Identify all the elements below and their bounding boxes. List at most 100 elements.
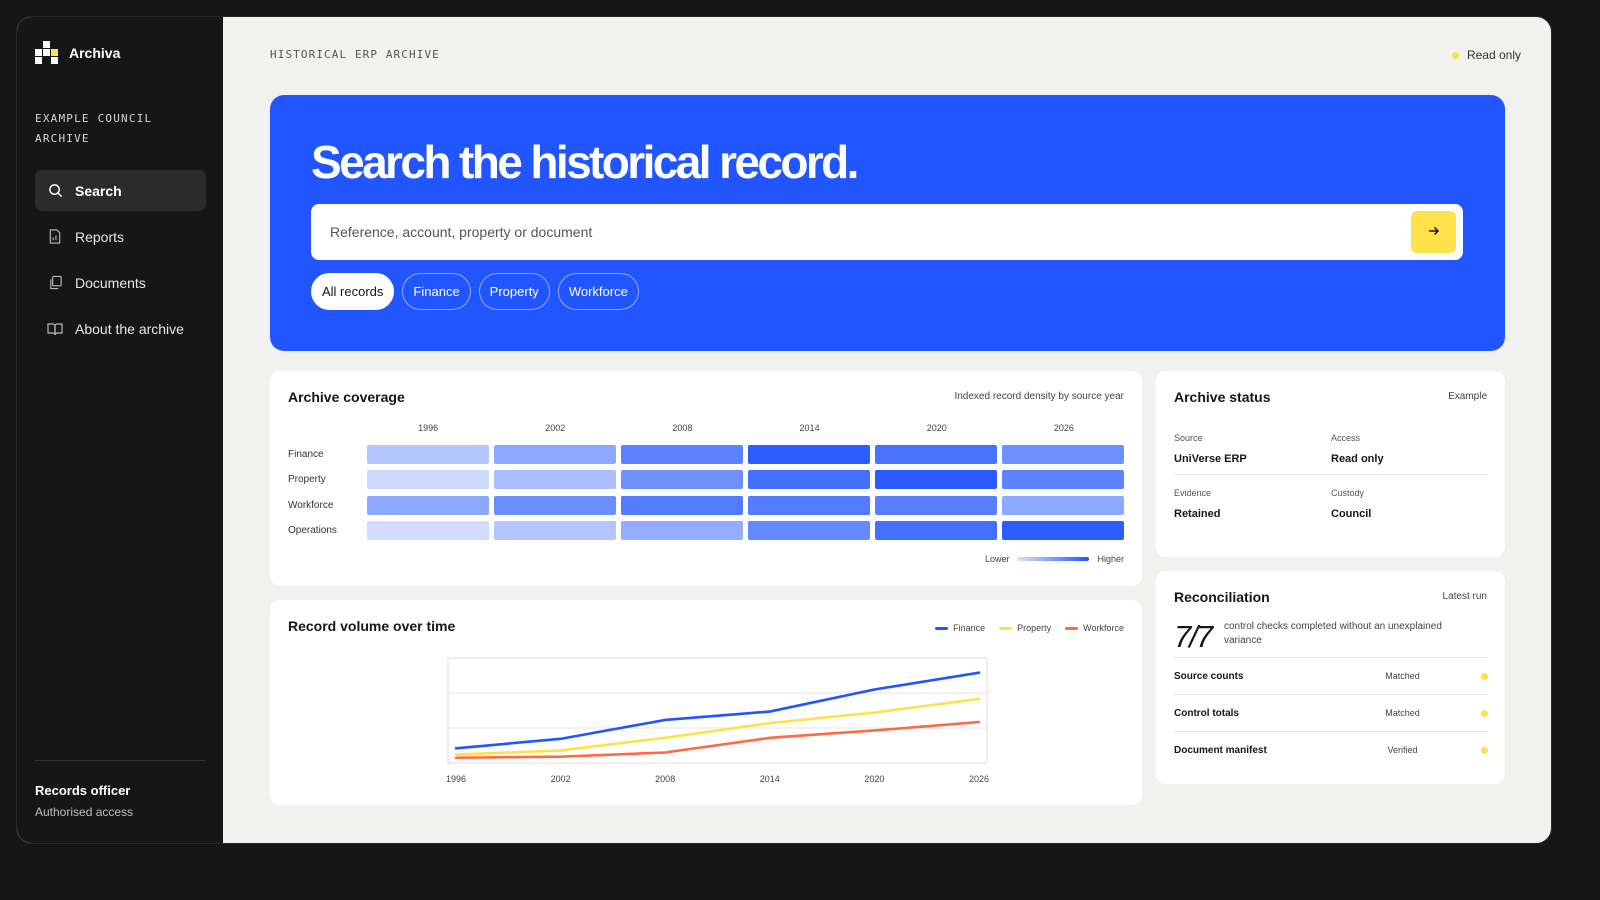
page-title: HISTORICAL ERP ARCHIVE — [270, 48, 440, 61]
field-value: UniVerse ERP — [1174, 453, 1247, 465]
coverage-row: Property — [288, 470, 1124, 490]
field-value: Read only — [1331, 453, 1384, 465]
sidebar-item-documents[interactable]: Documents — [35, 262, 206, 303]
legend-swatch — [1065, 626, 1079, 630]
coverage-year-label: 2020 — [926, 423, 947, 433]
scale-high-label: Higher — [1097, 554, 1124, 564]
legend-item: Finance — [935, 623, 985, 633]
status-note: Example — [1448, 391, 1487, 402]
series-line-finance — [454, 671, 981, 750]
filter-property[interactable]: Property — [478, 273, 550, 310]
legend-item: Property — [999, 623, 1051, 633]
coverage-cell — [1002, 470, 1124, 489]
coverage-cell — [494, 495, 616, 515]
organisation-name: EXAMPLE COUNCIL ARCHIVE — [35, 112, 153, 145]
main-content: HISTORICAL ERP ARCHIVE Read only Search … — [223, 17, 1551, 843]
coverage-cell — [367, 444, 489, 464]
filter-workforce[interactable]: Workforce — [557, 273, 639, 310]
coverage-cell — [367, 495, 489, 515]
coverage-cell — [748, 495, 870, 515]
search-input[interactable] — [330, 204, 1390, 260]
user-panel: Records officer Authorised access — [35, 760, 206, 819]
read-only-label: Read only — [1466, 48, 1521, 62]
plot-frame — [447, 657, 988, 764]
archiva-logo-icon — [35, 41, 59, 65]
sidebar-item-search[interactable]: Search — [35, 170, 206, 211]
status-field-source: Source UniVerse ERP — [1174, 433, 1331, 465]
coverage-cell — [748, 521, 870, 540]
field-key: Access — [1331, 433, 1361, 443]
status-dot-icon — [1451, 51, 1459, 59]
volume-chart-legend: Finance Property Workforce — [935, 623, 1124, 633]
archive-coverage-card: Archive coverage Indexed record density … — [270, 371, 1142, 586]
x-tick-label: 2002 — [551, 774, 571, 784]
check-row: Control totals Matched — [1174, 694, 1488, 731]
filter-all-records[interactable]: All records — [311, 273, 395, 310]
coverage-row: Operations — [288, 521, 1124, 541]
sidebar-item-label: Reports — [75, 228, 125, 245]
status-title: Archive status — [1174, 389, 1271, 405]
check-name: Document manifest — [1174, 744, 1267, 756]
book-icon — [47, 321, 63, 337]
check-name: Source counts — [1174, 670, 1244, 682]
field-key: Evidence — [1174, 488, 1212, 498]
coverage-cell — [875, 495, 997, 515]
x-tick-label: 2026 — [969, 774, 989, 784]
reconciliation-title: Reconciliation — [1174, 589, 1270, 605]
coverage-cell — [494, 521, 616, 540]
legend-label: Workforce — [1083, 623, 1124, 633]
scale-low-label: Lower — [984, 554, 1010, 564]
reconciliation-card: Reconciliation Latest run 7/7 control ch… — [1156, 571, 1505, 784]
coverage-heatmap: Finance Property Workforce Operations — [288, 444, 1124, 546]
sidebar-item-label: Documents — [75, 274, 146, 291]
check-ok-icon — [1481, 672, 1488, 680]
x-tick-label: 2020 — [864, 774, 884, 784]
legend-swatch — [935, 626, 949, 630]
check-list: Source counts Matched Control totals Mat… — [1174, 657, 1488, 768]
coverage-year-label: 2008 — [672, 423, 693, 433]
check-ok-icon — [1481, 709, 1488, 717]
volume-chart-title: Record volume over time — [288, 618, 456, 634]
coverage-cell — [621, 521, 743, 540]
check-ok-icon — [1481, 746, 1488, 754]
field-value: Council — [1331, 508, 1372, 520]
coverage-year-label: 2014 — [799, 423, 820, 433]
coverage-cell — [621, 444, 743, 464]
coverage-cell — [875, 521, 997, 540]
status-field-access: Access Read only — [1331, 433, 1488, 465]
filter-chips: All records Finance Property Workforce — [311, 273, 639, 310]
coverage-row: Workforce — [288, 495, 1124, 515]
sidebar-item-reports[interactable]: Reports — [35, 216, 206, 257]
read-only-badge: Read only — [1451, 48, 1521, 62]
x-tick-label: 2014 — [760, 774, 780, 784]
filter-finance[interactable]: Finance — [402, 273, 471, 310]
coverage-year-label: 2002 — [545, 423, 566, 433]
search-submit-button[interactable] — [1411, 211, 1456, 253]
coverage-cell — [1002, 444, 1124, 464]
sidebar-item-about[interactable]: About the archive — [35, 308, 206, 349]
check-status: Matched — [1385, 708, 1420, 718]
record-volume-card: Record volume over time Finance Property W… — [270, 600, 1142, 805]
density-scale: Lower Higher — [985, 554, 1124, 564]
field-key: Source — [1174, 433, 1203, 443]
coverage-cell — [494, 444, 616, 464]
coverage-row-label: Workforce — [288, 499, 334, 511]
sidebar-nav: Search Reports Documents About the archi… — [35, 170, 206, 354]
field-key: Custody — [1331, 488, 1365, 498]
brand[interactable]: Archiva — [35, 41, 120, 65]
report-icon — [47, 229, 63, 245]
legend-label: Property — [1017, 623, 1052, 633]
coverage-cell — [748, 444, 870, 464]
legend-swatch — [999, 626, 1013, 630]
status-field-custody: Custody Council — [1331, 488, 1488, 520]
coverage-cell — [1002, 521, 1124, 540]
coverage-row-label: Property — [288, 474, 326, 485]
check-row: Document manifest Verified — [1174, 731, 1488, 768]
status-fields: Source UniVerse ERP Access Read only Evi… — [1174, 433, 1488, 542]
coverage-cell — [1002, 495, 1124, 515]
check-status: Matched — [1385, 671, 1420, 681]
coverage-cell — [875, 444, 997, 464]
search-icon — [47, 183, 63, 199]
app-window: Archiva EXAMPLE COUNCIL ARCHIVE Search R… — [16, 16, 1552, 844]
legend-item: Workforce — [1065, 623, 1124, 633]
